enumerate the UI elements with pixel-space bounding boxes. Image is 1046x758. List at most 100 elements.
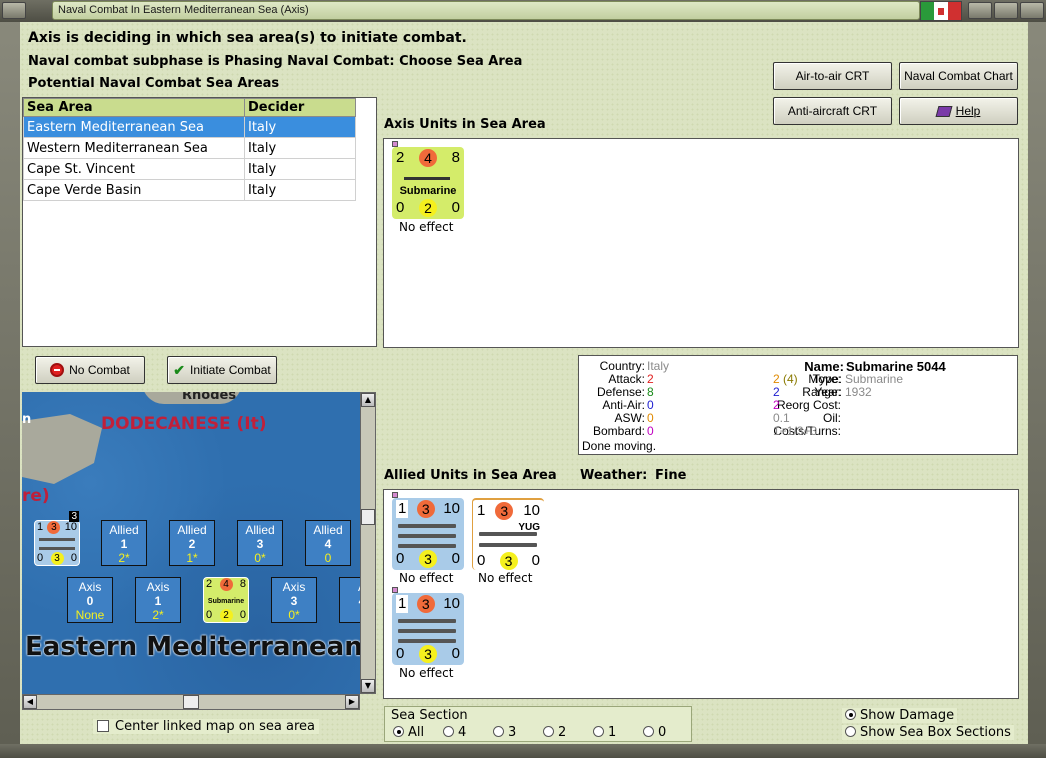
checkmark-icon: ✔ — [173, 361, 185, 378]
radio-button[interactable] — [845, 726, 856, 737]
move-value: 3 — [419, 645, 437, 663]
asw-value: 0 — [647, 411, 654, 425]
sea-box-axis-3[interactable]: Axis 3 0* — [271, 577, 317, 623]
type-value: Submarine — [845, 372, 904, 386]
bombard-value: 0 — [239, 609, 246, 621]
box-side: Axis — [282, 580, 306, 594]
box-side: Allied — [177, 523, 207, 537]
sea-section-2[interactable]: 2 — [543, 725, 566, 740]
table-row[interactable]: Western Mediterranean Sea Italy — [23, 137, 356, 159]
sea-box-allied-3[interactable]: Allied 3 0* — [237, 520, 283, 566]
show-sections-label: Show Sea Box Sections — [860, 725, 1011, 740]
sea-box-axis-0[interactable]: Axis 0 None — [67, 577, 113, 623]
box-number: 0 — [86, 594, 94, 608]
aa-value: 0 — [206, 609, 213, 621]
box-number: 1 — [120, 537, 128, 551]
linked-map[interactable]: Rhodes n DODECANESE (It) re) 3 1 3 10 0 … — [22, 392, 360, 694]
axis-units-panel: 2 4 8 Submarine 0 2 0 No effect — [383, 138, 1019, 348]
close-button[interactable] — [1020, 2, 1044, 19]
scroll-left-arrow[interactable]: ◀ — [23, 695, 37, 709]
box-value: 0* — [254, 551, 266, 565]
counter-type: Submarine — [399, 185, 457, 197]
radio-button[interactable] — [493, 726, 504, 737]
map-allied-stack-counter[interactable]: 3 1 3 10 0 3 0 — [34, 511, 80, 566]
radio-button[interactable] — [543, 726, 554, 737]
axis-submarine-counter[interactable]: 2 4 8 Submarine 0 2 0 — [392, 141, 464, 219]
defense-value: 4 — [219, 578, 233, 591]
sea-section-4[interactable]: 4 — [443, 725, 466, 740]
sea-section-all[interactable]: All — [393, 725, 424, 740]
naval-combat-chart-button[interactable]: Naval Combat Chart — [899, 62, 1018, 90]
show-sections-option[interactable]: Show Sea Box Sections — [842, 725, 1014, 740]
radio-button[interactable] — [393, 726, 404, 737]
aa-value: 0 — [396, 645, 405, 662]
cell-decider: Italy — [244, 179, 356, 201]
center-map-checkbox[interactable]: Center linked map on sea area — [93, 719, 319, 734]
axis-unit-status: No effect — [399, 220, 454, 234]
air-to-air-crt-button[interactable]: Air-to-air CRT — [773, 62, 892, 90]
unit-info-panel: Country: Italy Attack: 2 Defense: 8 Anti… — [578, 355, 1018, 455]
system-menu-button[interactable] — [2, 2, 26, 19]
sea-section-3[interactable]: 3 — [493, 725, 516, 740]
minimize-button[interactable] — [968, 2, 992, 19]
map-axis-submarine-counter[interactable]: 2 4 8 Submarine 0 2 0 — [203, 577, 249, 623]
oil-label: Oil: — [823, 411, 841, 425]
sea-section-1[interactable]: 1 — [593, 725, 616, 740]
sea-section-0[interactable]: 0 — [643, 725, 666, 740]
scroll-up-arrow[interactable]: ▲ — [361, 393, 375, 407]
scroll-thumb[interactable] — [361, 509, 375, 525]
box-number: 4 — [340, 594, 360, 608]
defense-value: 3 — [416, 500, 435, 518]
anti-aircraft-crt-button[interactable]: Anti-aircraft CRT — [773, 97, 892, 125]
maximize-button[interactable] — [994, 2, 1018, 19]
sea-box-allied-4[interactable]: Allied 4 0 — [305, 520, 351, 566]
no-combat-label: No Combat — [69, 363, 130, 377]
checkbox-box[interactable] — [97, 720, 109, 732]
sea-name-label: Eastern Mediterranean — [25, 632, 360, 662]
allied-unit-status: No effect — [399, 666, 454, 680]
attack-value: 2 — [647, 372, 654, 386]
allied-yugoslav-counter[interactable]: 1 3 10 YUG 0 3 0 — [472, 498, 544, 570]
radio-button[interactable] — [643, 726, 654, 737]
show-damage-option[interactable]: Show Damage — [842, 708, 958, 723]
allied-units-panel: 1 3 10 0 3 0 No effect 1 3 10 YUG 0 3 0 … — [383, 489, 1019, 699]
sea-box-axis-4[interactable]: A4 — [339, 577, 360, 623]
col-sea-area[interactable]: Sea Area — [23, 98, 245, 117]
help-label: Help — [955, 104, 981, 118]
radio-label: All — [408, 725, 425, 740]
no-combat-button[interactable]: No Combat — [35, 356, 145, 384]
sea-box-allied-2[interactable]: Allied 2 1* — [169, 520, 215, 566]
allied-unit-status: No effect — [399, 571, 454, 585]
radio-button[interactable] — [845, 709, 856, 720]
counter-pip — [392, 587, 398, 593]
scroll-down-arrow[interactable]: ▼ — [361, 679, 375, 693]
ship-icon — [39, 538, 75, 550]
scroll-thumb[interactable] — [183, 695, 199, 709]
allied-cruiser-counter[interactable]: 1 3 10 0 3 0 — [392, 492, 464, 570]
map-vertical-scrollbar[interactable]: ▲ ▼ — [360, 392, 376, 694]
table-row[interactable]: Cape St. Vincent Italy — [23, 158, 356, 180]
range-value: 8 — [239, 578, 246, 590]
box-value: 0* — [288, 608, 300, 622]
col-decider[interactable]: Decider — [244, 98, 356, 117]
allied-cruiser-counter[interactable]: 1 3 10 0 3 0 — [392, 587, 464, 665]
help-book-icon — [935, 105, 953, 117]
box-side: Allied — [109, 523, 139, 537]
initiate-combat-button[interactable]: ✔ Initiate Combat — [167, 356, 277, 384]
sea-box-axis-1[interactable]: Axis 1 2* — [135, 577, 181, 623]
move-extra-value: (4) — [783, 372, 798, 386]
map-horizontal-scrollbar[interactable]: ◀ ▶ — [22, 694, 360, 710]
attack-value: 2 — [396, 149, 405, 166]
sea-box-allied-1[interactable]: Allied 1 2* — [101, 520, 147, 566]
table-row[interactable]: Cape Verde Basin Italy — [23, 179, 356, 201]
initiate-combat-label: Initiate Combat — [190, 363, 271, 377]
box-value: 1* — [186, 551, 198, 565]
radio-button[interactable] — [443, 726, 454, 737]
radio-button[interactable] — [593, 726, 604, 737]
attack-value: 1 — [396, 595, 409, 613]
scroll-right-arrow[interactable]: ▶ — [345, 695, 359, 709]
box-value: 2* — [152, 608, 164, 622]
box-side: Allied — [313, 523, 343, 537]
help-button[interactable]: Help — [899, 97, 1018, 125]
table-row[interactable]: Eastern Mediterranean Sea Italy — [23, 116, 356, 138]
